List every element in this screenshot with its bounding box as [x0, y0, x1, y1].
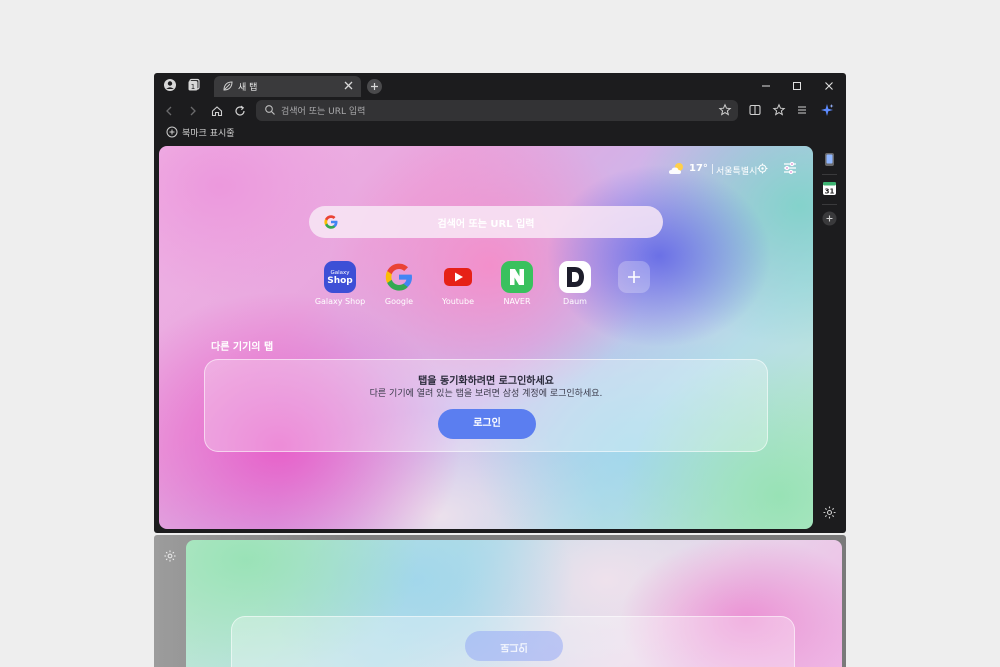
show-bookmarks-label: 북마크 표시줄 [182, 129, 235, 139]
youtube-play-icon [444, 268, 472, 286]
shortcut-naver[interactable]: NAVER [491, 261, 543, 309]
weather-separator [712, 164, 713, 174]
other-devices-title: 다른 기기의 탭 [211, 342, 274, 353]
partly-cloudy-icon [669, 163, 683, 174]
menu-icon[interactable] [795, 103, 809, 117]
new-tab-button[interactable] [367, 79, 382, 94]
plus-icon [371, 83, 378, 90]
tab-title: 새 탭 [238, 83, 258, 93]
youtube-tile [442, 261, 474, 293]
browser-window: 1 새 탭 검색어 또는 URL 입력 북마크 표시줄 17° 서울특별시 검색… [154, 73, 846, 533]
split-view-icon[interactable] [748, 103, 762, 117]
shortcut-google[interactable]: Google [373, 261, 425, 309]
home-icon[interactable] [210, 104, 224, 118]
page-search-box[interactable]: 검색어 또는 URL 입력 [309, 206, 663, 238]
forward-icon[interactable] [186, 104, 200, 118]
browser-window-reflection: 로그인 [154, 535, 846, 667]
panel-settings-gear-icon[interactable] [822, 505, 837, 520]
side-divider [822, 204, 837, 205]
galaxy-shop-tile: Galaxy Shop [324, 261, 356, 293]
svg-text:1: 1 [191, 83, 195, 91]
address-bar[interactable]: 검색어 또는 URL 입력 [256, 100, 738, 121]
search-icon [265, 105, 275, 115]
add-shortcut-tile [618, 261, 650, 293]
maximize-icon[interactable] [790, 79, 804, 93]
galaxy-shop-logo-line2: Shop [327, 276, 353, 286]
naver-n-icon [510, 269, 524, 285]
shortcut-daum[interactable]: Daum [549, 261, 601, 309]
close-window-icon[interactable] [822, 79, 836, 93]
leaf-icon [223, 81, 233, 91]
profile-icon[interactable] [163, 78, 177, 92]
customize-sliders-icon[interactable] [782, 160, 798, 176]
favorites-icon[interactable] [772, 103, 786, 117]
naver-tile [501, 261, 533, 293]
login-button-reflection: 로그인 [465, 631, 563, 661]
shortcut-galaxy-shop[interactable]: Galaxy Shop Galaxy Shop [314, 261, 366, 309]
add-shortcut-button[interactable] [608, 261, 660, 309]
address-bar-placeholder: 검색어 또는 URL 입력 [281, 107, 366, 117]
toolbar: 검색어 또는 URL 입력 [154, 100, 846, 122]
ai-sparkle-icon[interactable] [820, 103, 834, 117]
sync-tabs-card: 탭을 동기화하려면 로그인하세요 다른 기기에 열려 있는 탭을 보려면 삼성 … [204, 359, 768, 452]
location-target-icon[interactable] [757, 163, 768, 174]
galaxy-shop-logo-icon: Galaxy Shop [327, 270, 353, 286]
bookmark-star-icon[interactable] [718, 103, 732, 117]
sync-card-title: 탭을 동기화하려면 로그인하세요 [418, 376, 554, 387]
phone-device-icon[interactable] [822, 152, 837, 167]
reload-icon[interactable] [233, 104, 247, 118]
login-button[interactable]: 로그인 [438, 409, 536, 439]
weather-temperature: 17° [689, 163, 708, 174]
weather-city: 서울특별시 [716, 167, 758, 177]
panel-settings-gear-icon [164, 550, 176, 562]
google-g-icon [385, 263, 412, 291]
shortcut-youtube[interactable]: Youtube [432, 261, 484, 309]
back-icon[interactable] [162, 104, 176, 118]
calendar-icon[interactable]: 31 [822, 181, 837, 196]
page-search-placeholder: 검색어 또는 URL 입력 [437, 219, 535, 230]
shortcut-label: Daum [563, 297, 587, 306]
new-tab-page-reflection: 로그인 [186, 540, 842, 667]
side-panel: 31 [813, 146, 846, 529]
daum-d-icon [567, 267, 584, 287]
calendar-day: 31 [825, 187, 835, 195]
plus-icon [628, 271, 640, 283]
new-tab-page: 17° 서울특별시 검색어 또는 URL 입력 Galaxy Shop Gala… [159, 146, 813, 529]
tab-new-tab[interactable]: 새 탭 [214, 76, 361, 97]
minimize-icon[interactable] [759, 79, 773, 93]
daum-tile [559, 261, 591, 293]
tab-manager-icon[interactable]: 1 [187, 78, 201, 92]
sync-tabs-card-reflection: 로그인 [231, 616, 795, 667]
title-bar: 1 새 탭 [154, 73, 846, 100]
google-tile [383, 261, 415, 293]
add-panel-icon[interactable] [822, 211, 837, 226]
add-circle-icon [166, 126, 178, 138]
sync-card-description: 다른 기기에 열려 있는 탭을 보려면 삼성 계정에 로그인하세요. [369, 389, 603, 399]
side-divider [822, 174, 837, 175]
close-tab-icon[interactable] [342, 79, 355, 92]
